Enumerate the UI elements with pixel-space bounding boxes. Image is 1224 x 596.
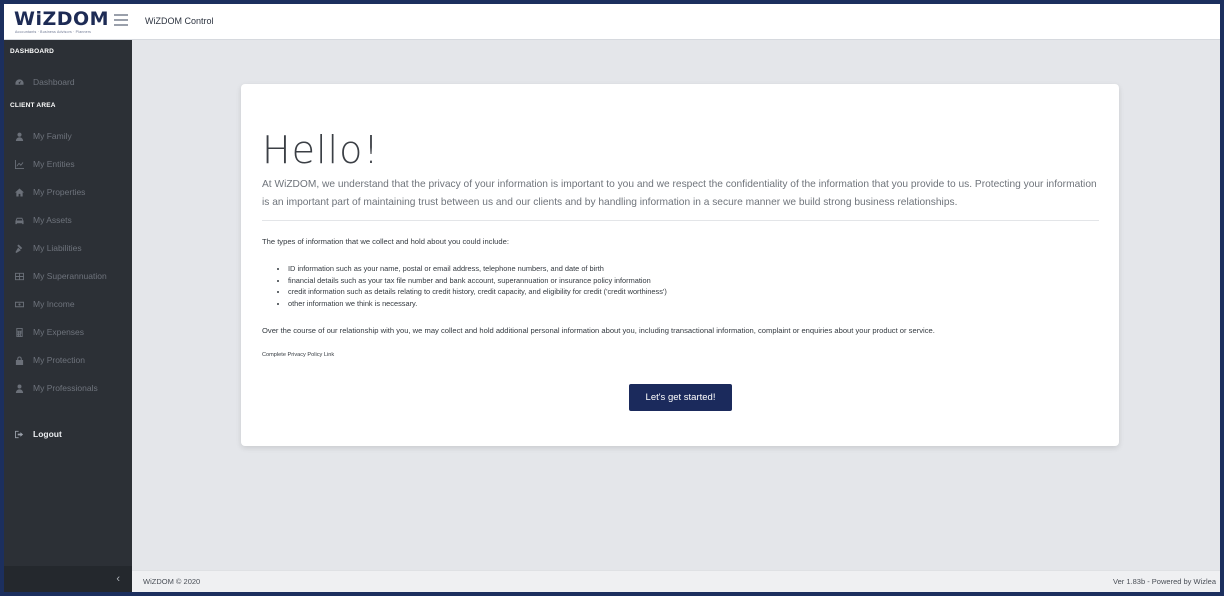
chevron-left-icon[interactable]: ‹ <box>116 573 120 585</box>
privacy-policy-link[interactable]: Complete Privacy Policy Link <box>262 352 334 358</box>
chart-icon <box>14 159 24 169</box>
list-item: credit information such as details relat… <box>288 286 667 298</box>
user-tie-icon <box>14 383 24 393</box>
sidebar-item-my-professionals[interactable]: My Professionals <box>4 378 132 398</box>
sidebar-item-label: My Assets <box>33 215 72 225</box>
sidebar-item-label: My Entities <box>33 159 75 169</box>
sidebar-item-label: My Family <box>33 131 72 141</box>
list-item: financial details such as your tax file … <box>288 275 667 287</box>
sidebar: DASHBOARD Dashboard CLIENT AREA My Famil… <box>4 40 132 592</box>
sidebar-item-logout[interactable]: Logout <box>4 424 132 444</box>
info-types-heading: The types of information that we collect… <box>262 237 509 246</box>
app-title: WiZDOM Control <box>145 16 214 26</box>
tachometer-icon <box>14 77 24 87</box>
sidebar-section-client-area: CLIENT AREA <box>10 102 56 109</box>
sidebar-item-label: My Liabilities <box>33 243 82 253</box>
calculator-grid-icon <box>14 271 24 281</box>
sidebar-item-label: Logout <box>33 429 62 439</box>
brand[interactable]: WiZDOM Accountants · Business Advisors ·… <box>4 4 132 40</box>
app-window: WiZDOM Accountants · Business Advisors ·… <box>4 4 1220 592</box>
relationship-paragraph: Over the course of our relationship with… <box>262 326 935 335</box>
money-icon <box>14 299 24 309</box>
sidebar-item-dashboard[interactable]: Dashboard <box>4 72 132 92</box>
lock-icon <box>14 355 24 365</box>
calculator-icon <box>14 327 24 337</box>
sidebar-item-my-assets[interactable]: My Assets <box>4 210 132 230</box>
top-bar: WiZDOM Accountants · Business Advisors ·… <box>4 4 1220 40</box>
sidebar-item-my-superannuation[interactable]: My Superannuation <box>4 266 132 286</box>
get-started-button[interactable]: Let's get started! <box>629 384 732 411</box>
gavel-icon <box>14 243 24 253</box>
divider <box>262 220 1099 221</box>
hamburger-icon[interactable] <box>114 14 128 26</box>
home-icon <box>14 187 24 197</box>
user-icon <box>14 131 24 141</box>
logo: WiZDOM <box>14 8 110 30</box>
version-text: Ver 1.83b - Powered by Wizlea <box>1113 577 1216 586</box>
sidebar-item-my-properties[interactable]: My Properties <box>4 182 132 202</box>
sidebar-item-my-family[interactable]: My Family <box>4 126 132 146</box>
sidebar-item-my-protection[interactable]: My Protection <box>4 350 132 370</box>
welcome-card: Hello! At WiZDOM, we understand that the… <box>241 84 1119 446</box>
sidebar-item-my-entities[interactable]: My Entities <box>4 154 132 174</box>
sidebar-item-label: My Properties <box>33 187 86 197</box>
sidebar-item-label: Dashboard <box>33 77 75 87</box>
copyright-text: WiZDOM © 2020 <box>143 577 201 586</box>
sidebar-item-label: My Income <box>33 299 75 309</box>
sidebar-footer: ‹ <box>4 566 132 592</box>
car-icon <box>14 215 24 225</box>
sign-out-icon <box>14 429 24 439</box>
list-item: other information we think is necessary. <box>288 298 667 310</box>
info-types-list: ID information such as your name, postal… <box>288 263 667 309</box>
page-title: Hello! <box>262 128 380 172</box>
sidebar-item-label: My Professionals <box>33 383 98 393</box>
sidebar-item-label: My Expenses <box>33 327 85 337</box>
sidebar-item-my-liabilities[interactable]: My Liabilities <box>4 238 132 258</box>
intro-paragraph: At WiZDOM, we understand that the privac… <box>262 179 1097 208</box>
page-footer: WiZDOM © 2020 Ver 1.83b - Powered by Wiz… <box>132 570 1220 592</box>
sidebar-item-label: My Protection <box>33 355 85 365</box>
sidebar-section-dashboard: DASHBOARD <box>10 48 55 55</box>
sidebar-item-my-income[interactable]: My Income <box>4 294 132 314</box>
sidebar-item-my-expenses[interactable]: My Expenses <box>4 322 132 342</box>
list-item: ID information such as your name, postal… <box>288 263 667 275</box>
sidebar-item-label: My Superannuation <box>33 271 107 281</box>
logo-tagline: Accountants · Business Advisors · Planne… <box>15 30 92 34</box>
